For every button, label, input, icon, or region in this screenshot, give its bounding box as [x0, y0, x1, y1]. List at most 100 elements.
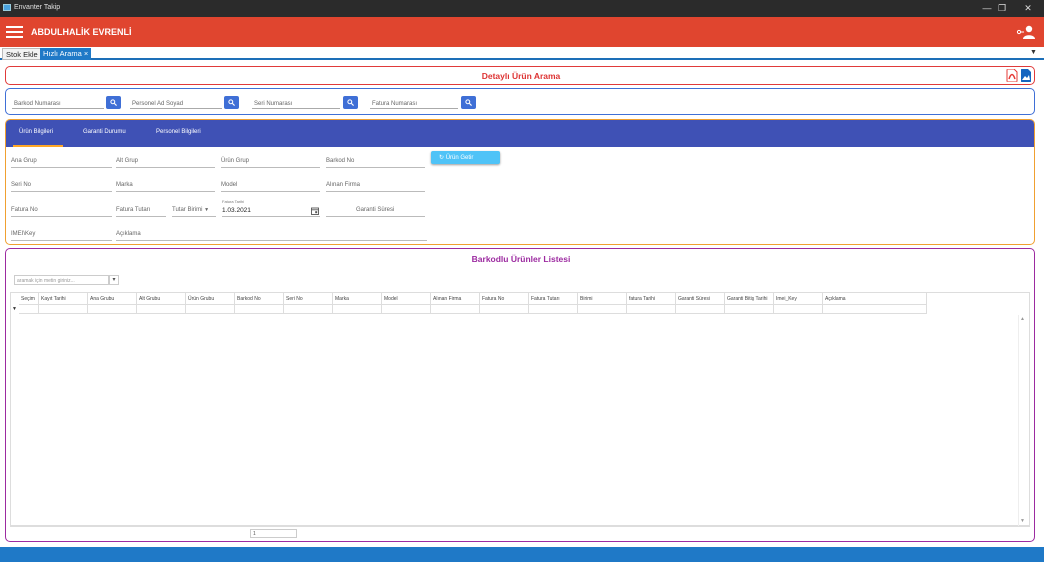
tab-hizli-arama[interactable]: Hızlı Arama × — [40, 48, 92, 60]
seri-search-input[interactable]: Seri Numarası — [252, 98, 340, 109]
column-header[interactable]: Imei_Key — [774, 293, 823, 304]
tutar-birimi-select[interactable]: Tutar Birimi ▼ — [172, 204, 216, 217]
column-header[interactable]: Ana Grubu — [88, 293, 137, 304]
tab-urun-bilgileri[interactable]: Ürün Bilgileri — [19, 129, 53, 135]
column-header[interactable]: Kayıt Tarihi — [39, 293, 88, 304]
fatura-tarihi-picker[interactable]: 1.03.2021 — [222, 204, 320, 217]
barkod-search-input[interactable]: Barkod Numarası — [12, 98, 104, 109]
column-header[interactable]: Seri No — [284, 293, 333, 304]
tab-garanti-durumu[interactable]: Garanti Durumu — [83, 129, 126, 135]
chevron-down-icon: ▼ — [204, 207, 210, 213]
column-filter-cell[interactable] — [676, 304, 725, 314]
column-header[interactable]: Seçim — [19, 293, 39, 304]
alinan-firma-field[interactable]: Alınan Firma — [326, 179, 425, 192]
personel-search-input[interactable]: Personel Ad Soyad — [130, 98, 222, 109]
hamburger-menu-icon[interactable] — [6, 26, 23, 38]
calendar-icon[interactable] — [311, 207, 319, 215]
user-name: ABDULHALİK EVRENLİ — [31, 27, 132, 37]
filter-funnel-icon[interactable]: ▼ — [12, 306, 17, 312]
column-filter-cell[interactable] — [382, 304, 431, 314]
app-bar: ABDULHALİK EVRENLİ — [0, 17, 1044, 47]
column-header[interactable]: Fatura Tutarı — [529, 293, 578, 304]
column-filter-cell[interactable] — [774, 304, 823, 314]
model-field[interactable]: Model — [221, 179, 320, 192]
column-filter-cell[interactable] — [88, 304, 137, 314]
column-header[interactable]: Model — [382, 293, 431, 304]
urun-getir-button[interactable]: ↻ Ürün Getir — [431, 151, 500, 164]
refresh-icon: ↻ — [439, 155, 446, 161]
barkod-search-button[interactable] — [106, 96, 121, 109]
column-filter-cell[interactable] — [186, 304, 235, 314]
column-header[interactable]: Garanti Bitiş Tarihi — [725, 293, 774, 304]
column-filter-cell[interactable] — [431, 304, 480, 314]
scroll-down-icon[interactable]: ▼ — [1020, 518, 1025, 524]
tab-label: Stok Ekle — [6, 50, 38, 59]
vertical-scrollbar[interactable]: ▲ ▼ — [1018, 315, 1026, 527]
grid-search-input[interactable]: aramak için metin giriniz... — [14, 275, 109, 285]
image-export-icon[interactable] — [1020, 69, 1032, 82]
list-title: Barkodlu Ürünler Listesi — [471, 254, 571, 264]
column-header[interactable]: Açıklama — [823, 293, 927, 304]
fatura-no-field[interactable]: Fatura No — [11, 204, 112, 217]
tab-dropdown-icon[interactable]: ▼ — [1030, 49, 1037, 56]
column-filter-cell[interactable] — [39, 304, 88, 314]
imei-key-field[interactable]: IMEI\Key — [11, 228, 112, 241]
column-filter-cell[interactable] — [529, 304, 578, 314]
column-filter-cell[interactable] — [333, 304, 382, 314]
column-header[interactable]: Birimi — [578, 293, 627, 304]
column-filter-cell[interactable] — [137, 304, 186, 314]
restore-button[interactable]: ❐ — [993, 2, 1011, 14]
urun-grup-field[interactable]: Ürün Grup — [221, 155, 320, 168]
product-list-panel: Barkodlu Ürünler Listesi aramak için met… — [5, 248, 1035, 542]
tab-personel-bilgileri[interactable]: Personel Bilgileri — [156, 129, 201, 135]
column-filter-cell[interactable] — [823, 304, 927, 314]
fatura-search-input[interactable]: Fatura Numarası — [370, 98, 458, 109]
page-number-input[interactable]: 1 — [250, 529, 297, 538]
barkod-no-field[interactable]: Barkod No — [326, 155, 425, 168]
data-grid: Seçim Kayıt Tarihi Ana Grubu Alt Grubu Ürün … — [10, 292, 1030, 527]
column-filter-cell[interactable] — [725, 304, 774, 314]
search-icon — [110, 99, 117, 106]
column-header[interactable]: Alınan Firma — [431, 293, 480, 304]
column-filter-cell[interactable] — [480, 304, 529, 314]
column-filter-cell[interactable] — [284, 304, 333, 314]
alt-grup-field[interactable]: Alt Grup — [116, 155, 215, 168]
quick-search-panel: Barkod Numarası Personel Ad Soyad Seri N… — [5, 88, 1035, 115]
tab-close-icon[interactable]: × — [84, 49, 88, 58]
pdf-export-icon[interactable] — [1006, 69, 1018, 82]
fatura-search-button[interactable] — [461, 96, 476, 109]
search-icon — [465, 99, 472, 106]
app-monitor-icon — [3, 4, 11, 11]
scroll-up-icon[interactable]: ▲ — [1020, 316, 1025, 322]
active-tab-indicator — [13, 145, 63, 147]
title-panel: Detaylı Ürün Arama — [5, 66, 1035, 85]
search-icon — [228, 99, 235, 106]
column-header[interactable]: Marka — [333, 293, 382, 304]
tab-label: Hızlı Arama — [43, 49, 82, 58]
seri-search-button[interactable] — [343, 96, 358, 109]
window-title: Envanter Takip — [14, 4, 61, 11]
close-window-button[interactable]: ✕ — [1019, 2, 1037, 14]
column-filter-cell[interactable] — [235, 304, 284, 314]
column-filter-cell[interactable] — [578, 304, 627, 314]
garanti-suresi-field[interactable]: Garanti Süresi — [326, 204, 425, 217]
grid-pager: 1 — [10, 526, 1030, 538]
page-title: Detaylı Ürün Arama — [481, 71, 561, 81]
aciklama-field[interactable]: Açıklama — [116, 228, 427, 241]
tab-stok-ekle[interactable]: Stok Ekle — [2, 48, 42, 60]
column-header[interactable]: Garanti Süresi — [676, 293, 725, 304]
marka-field[interactable]: Marka — [116, 179, 215, 192]
fatura-tutari-field[interactable]: Fatura Tutarı — [116, 204, 166, 217]
column-header[interactable]: Barkod No — [235, 293, 284, 304]
column-filter-cell[interactable] — [627, 304, 676, 314]
ana-grup-field[interactable]: Ana Grup — [11, 155, 112, 168]
grid-search-dropdown-icon[interactable]: ▾ — [109, 275, 119, 285]
column-header[interactable]: Alt Grubu — [137, 293, 186, 304]
user-switch-icon[interactable] — [1016, 25, 1036, 39]
column-header[interactable]: Ürün Grubu — [186, 293, 235, 304]
personel-search-button[interactable] — [224, 96, 239, 109]
column-filter-cell[interactable] — [19, 304, 39, 314]
seri-no-field[interactable]: Seri No — [11, 179, 112, 192]
column-header[interactable]: fatura Tarihi — [627, 293, 676, 304]
column-header[interactable]: Fatura No — [480, 293, 529, 304]
